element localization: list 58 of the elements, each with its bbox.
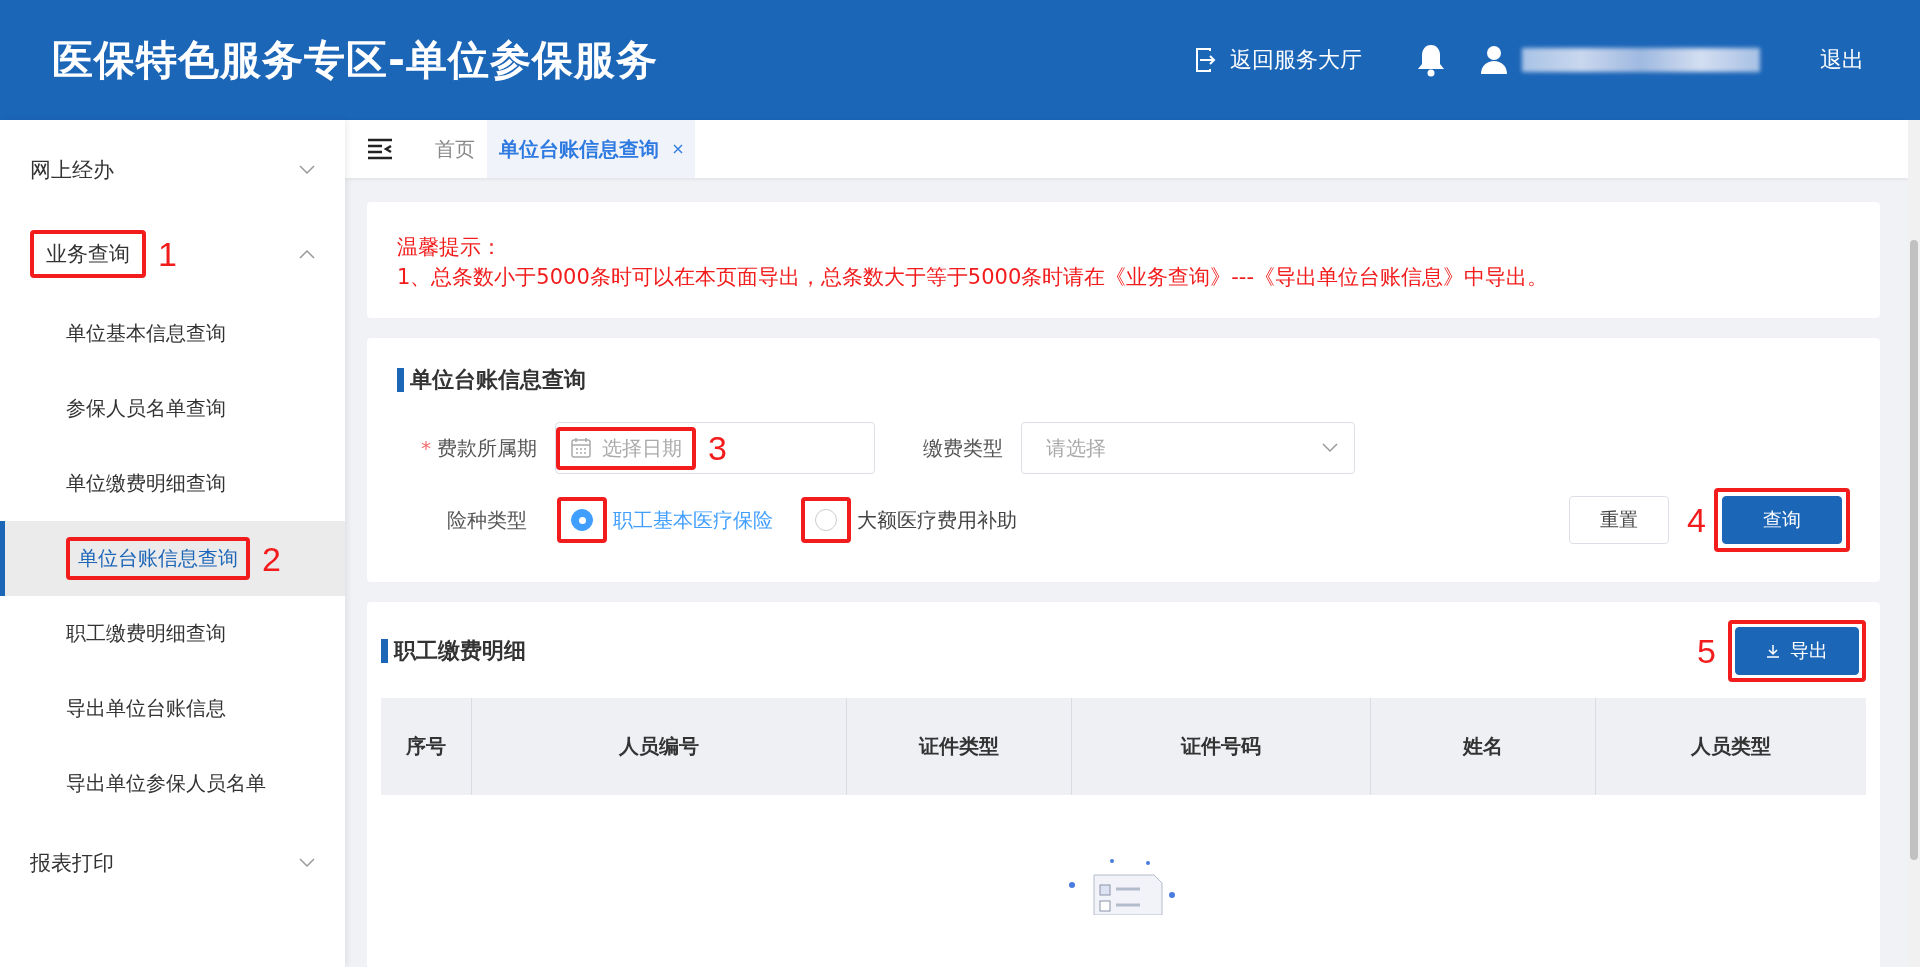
required-mark: * [421,435,431,460]
bell-icon[interactable] [1416,43,1446,77]
menu-item[interactable]: 参保人员名单查询 [0,371,345,446]
notice-title: 温馨提示： [397,234,503,261]
column-header: 人员编号 [471,698,846,795]
exit-icon [1194,47,1216,73]
annotation-number: 4 [1687,503,1706,537]
annotation-number: 2 [262,541,281,576]
select-placeholder: 请选择 [1046,434,1106,462]
chevron-icon [1322,443,1338,453]
annotation-number: 5 [1697,634,1716,668]
chevron-icon [299,165,315,175]
column-header: 证件类型 [846,698,1071,795]
field-label: * 费款所属期 [420,434,537,462]
menu-group[interactable]: 网上经办 [0,128,345,212]
menu-group-label: 网上经办 [30,157,114,184]
annotation-number: 3 [708,431,727,465]
notice-text: 1、总条数小于5000条时可以在本页面导出，总条数大于等于5000条时请在《业务查询》---《导出单位台账信息》中导出。 [397,264,1549,291]
radio-button[interactable] [815,509,837,531]
user-icon[interactable] [1480,45,1508,75]
tab[interactable]: 单位台账信息查询 [487,120,695,178]
menu-item[interactable]: 职工缴费明细查询 [0,596,345,671]
app-title: 医保特色服务专区-单位参保服务 [52,34,660,86]
section-title: 职工缴费明细 [381,639,526,663]
menu-group[interactable]: 业务查询 1 [0,212,345,296]
column-header: 证件号码 [1071,698,1370,795]
menu-group[interactable]: 报表打印 [0,821,345,905]
calendar-icon [570,437,592,459]
menu-toggle-icon[interactable] [367,138,393,160]
chevron-icon [299,249,315,259]
date-placeholder: 选择日期 [602,434,682,462]
field-label: 险种类型 [446,506,527,534]
date-field[interactable]: 选择日期 3 [555,422,875,474]
logout-link[interactable]: 退出 [1820,45,1864,75]
menu-item[interactable]: 导出单位参保人员名单 [0,746,345,821]
chevron-icon [299,858,315,868]
radio-label[interactable]: 大额医疗费用补助 [857,506,1017,534]
download-icon [1766,644,1780,658]
menu-item[interactable]: 导出单位台账信息 [0,671,345,746]
back-link[interactable]: 返回服务大厅 [1194,45,1362,75]
radio-button[interactable] [571,509,593,531]
menu-group-label: 业务查询 [46,241,130,268]
reset-button[interactable]: 重置 [1569,496,1670,544]
export-button[interactable]: 导出 [1735,627,1859,675]
menu-item-label: 单位台账信息查询 [78,545,238,572]
menu-item[interactable]: 单位基本信息查询 [0,296,345,371]
column-header: 人员类型 [1595,698,1866,795]
menu-item[interactable]: 单位缴费明细查询 [0,446,345,521]
column-header: 姓名 [1370,698,1595,795]
menu-group-label: 报表打印 [30,850,114,877]
annotation-number: 1 [158,237,177,271]
column-header: 序号 [405,733,447,760]
close-icon[interactable] [673,144,683,154]
menu-item[interactable]: 单位台账信息查询 2 [0,521,345,596]
section-title: 单位台账信息查询 [397,368,1850,392]
query-button[interactable]: 查询 [1722,496,1842,544]
field-label: 缴费类型 [922,434,1003,462]
tab[interactable]: 首页 [423,120,487,178]
